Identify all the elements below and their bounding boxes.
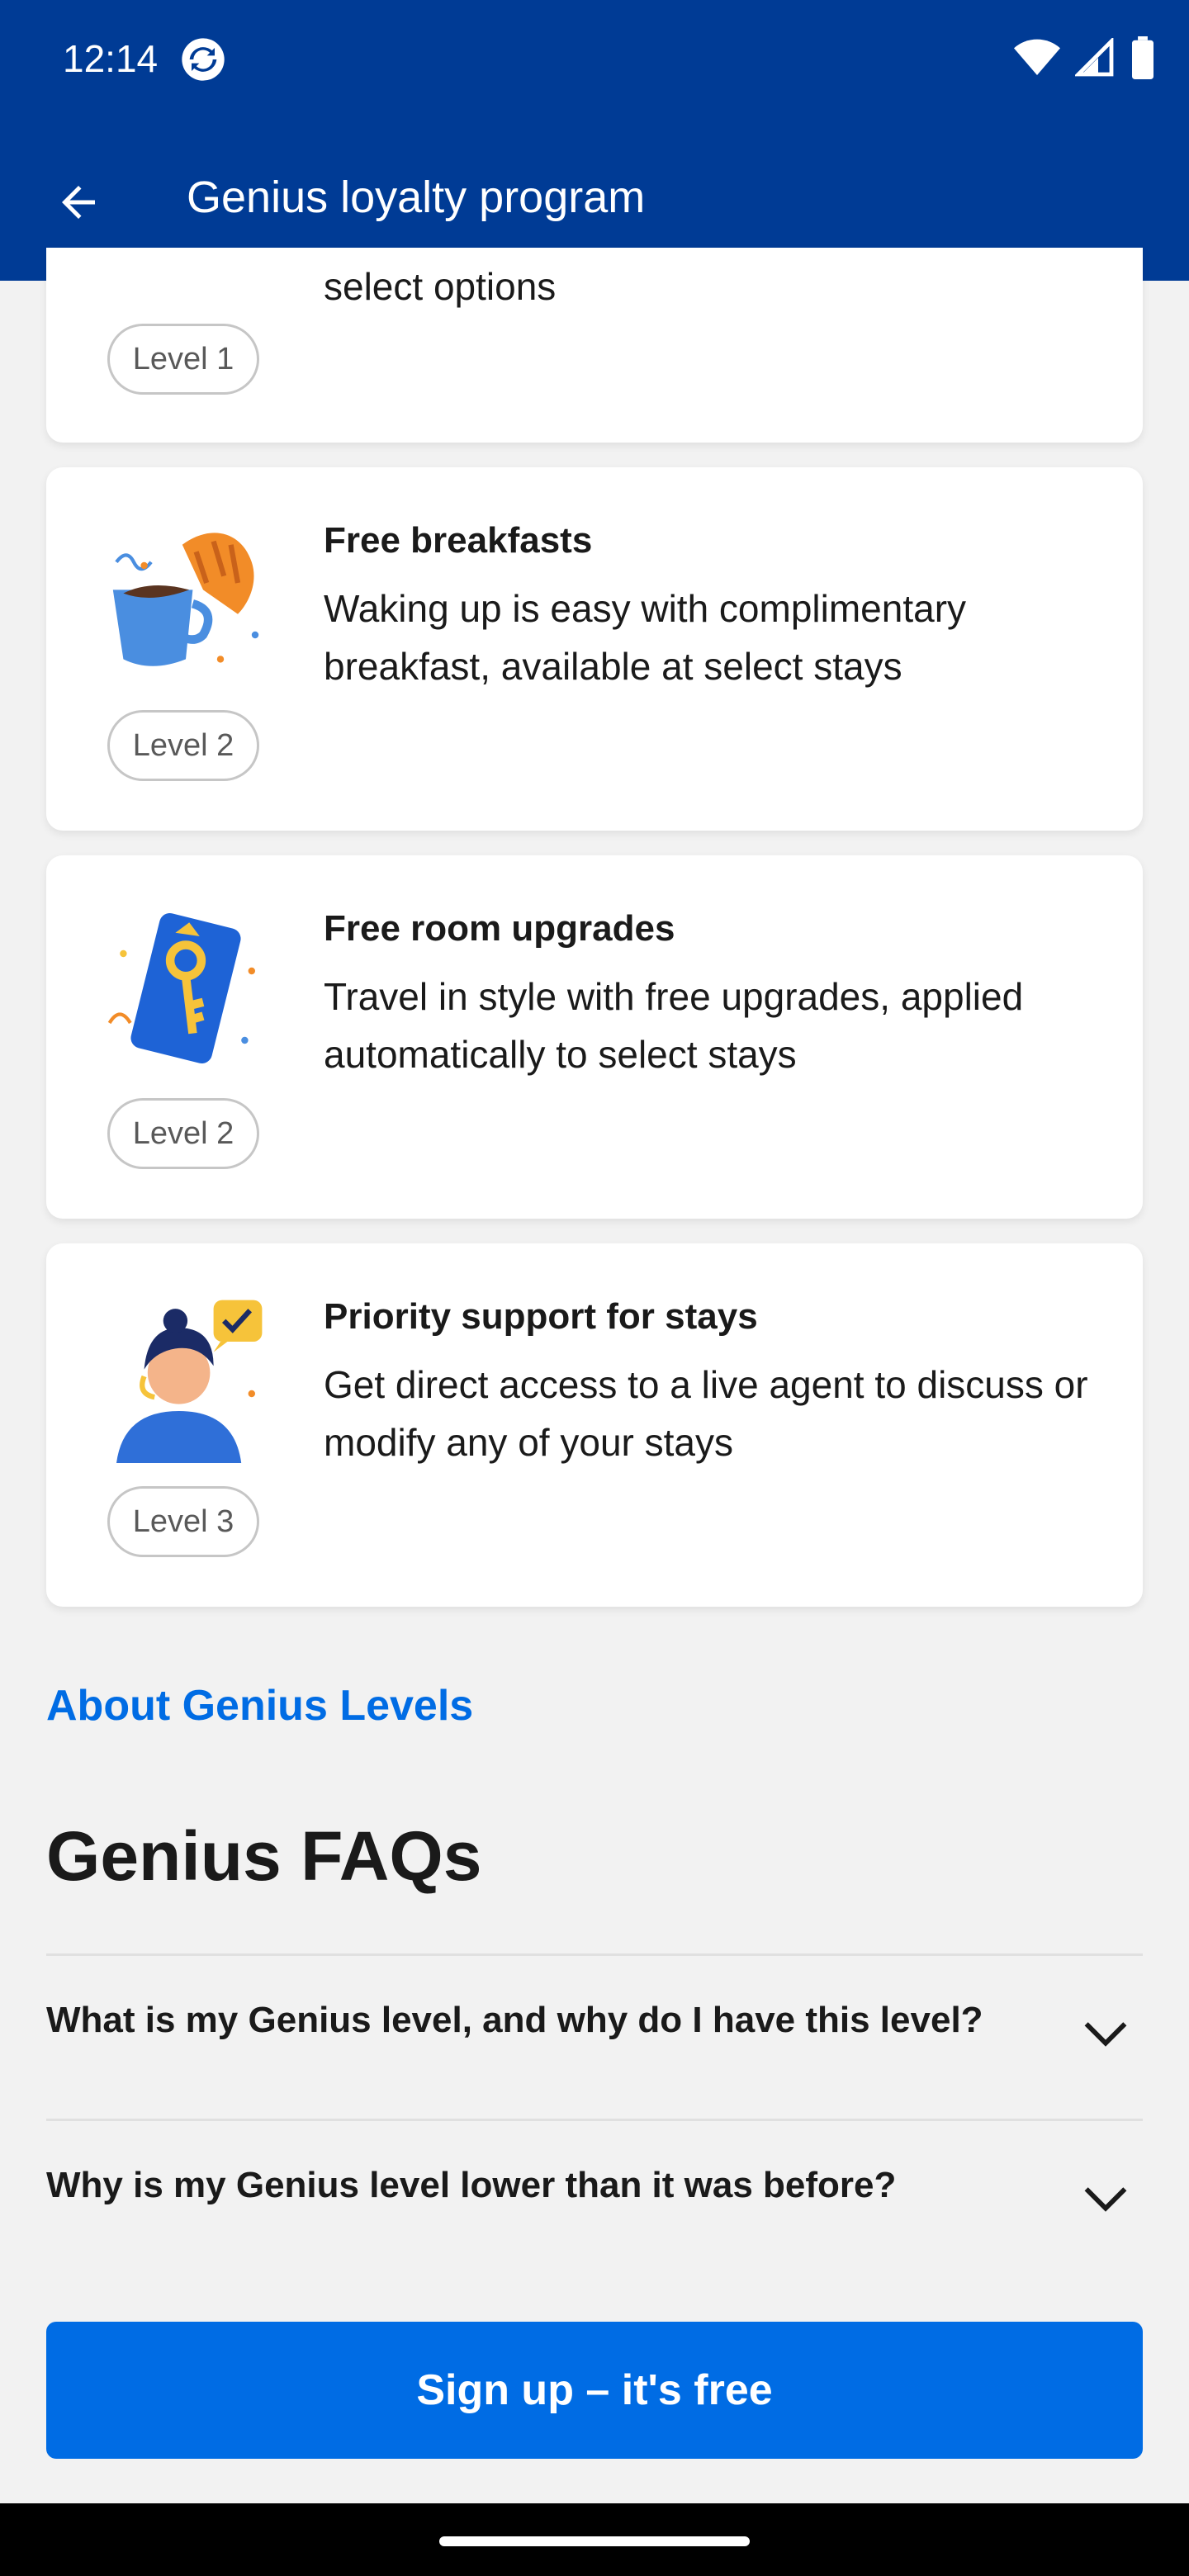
faq-item[interactable]: Why is my Genius level lower than it was…: [46, 2122, 1143, 2279]
status-time: 12:14: [63, 37, 159, 80]
divider: [46, 1953, 1143, 1956]
back-button[interactable]: [33, 157, 124, 248]
page-title: Genius loyalty program: [187, 173, 646, 222]
support-agent-illustration: [116, 1300, 263, 1463]
key-card-illustration: [107, 912, 255, 1064]
faq-question: What is my Genius level, and why do I ha…: [46, 2000, 983, 2040]
sync-icon: [182, 38, 225, 81]
benefit-card: select options Level 1: [46, 248, 1143, 443]
faq-question: Why is my Genius level lower than it was…: [46, 2165, 897, 2205]
level-badge: Level 3: [107, 1486, 259, 1557]
status-bar: 12:14: [0, 0, 1189, 124]
system-nav-bar: [0, 2503, 1189, 2576]
signal-icon: [1075, 38, 1114, 77]
benefit-card-free-room-upgrades: Free room upgrades Travel in style with …: [46, 855, 1143, 1219]
benefit-title: Priority support for stays: [324, 1296, 758, 1337]
home-handle[interactable]: [439, 2536, 750, 2546]
chevron-down-icon: [1084, 2187, 1127, 2212]
benefit-card-priority-support: Priority support for stays Get direct ac…: [46, 1243, 1143, 1607]
benefit-description: select options: [324, 265, 557, 308]
about-genius-levels-link[interactable]: About Genius Levels: [46, 1681, 473, 1731]
faq-heading: Genius FAQs: [46, 1817, 482, 1895]
wifi-icon: [1014, 39, 1060, 75]
benefit-description: Travel in style with free upgrades, appl…: [324, 975, 1024, 1076]
benefit-description: Waking up is easy with complimentary bre…: [324, 587, 967, 688]
level-badge: Level 2: [107, 1098, 259, 1169]
benefit-title: Free room upgrades: [324, 908, 675, 949]
battery-icon: [1132, 36, 1153, 79]
breakfast-illustration: [112, 533, 259, 666]
sign-up-button[interactable]: Sign up – it's free: [46, 2322, 1143, 2459]
arrow-left-icon: [62, 186, 95, 219]
divider: [46, 2119, 1143, 2121]
benefit-card-free-breakfasts: Free breakfasts Waking up is easy with c…: [46, 467, 1143, 831]
faq-item[interactable]: What is my Genius level, and why do I ha…: [46, 1957, 1143, 2114]
benefit-title: Free breakfasts: [324, 520, 593, 561]
chevron-down-icon: [1084, 2022, 1127, 2047]
benefit-description: Get direct access to a live agent to dis…: [324, 1363, 1088, 1464]
level-badge: Level 1: [107, 324, 259, 395]
level-badge: Level 2: [107, 710, 259, 781]
